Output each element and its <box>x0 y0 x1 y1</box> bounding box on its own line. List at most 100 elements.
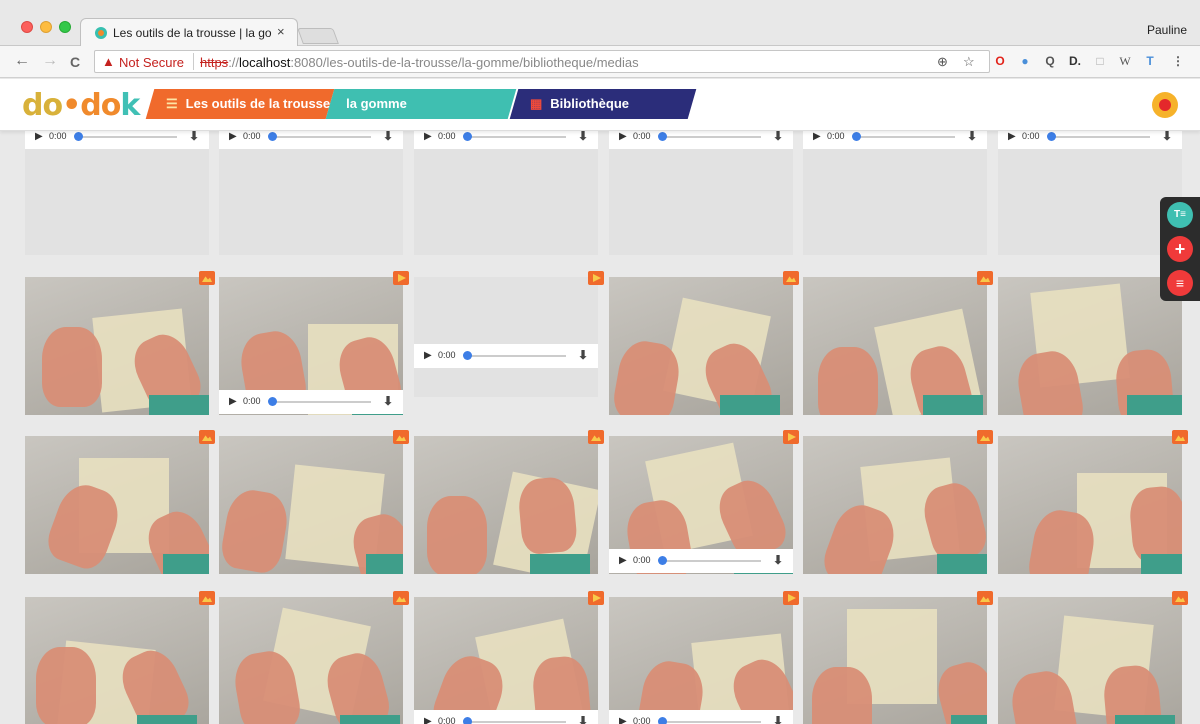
media-card[interactable] <box>803 271 993 415</box>
progress-knob[interactable] <box>658 132 667 141</box>
breadcrumb-project[interactable]: ☰ Les outils de la trousse <box>145 89 335 119</box>
media-card[interactable] <box>998 271 1188 415</box>
progress-track[interactable] <box>466 136 566 138</box>
translate-extension-icon[interactable]: T <box>1142 53 1158 69</box>
download-icon[interactable]: ⬇ <box>383 394 393 408</box>
progress-knob[interactable] <box>658 556 667 565</box>
list-icon[interactable]: ≡ <box>1167 270 1193 296</box>
play-icon[interactable]: ▶ <box>1008 131 1016 142</box>
media-card[interactable]: ▶ 0:00 ⬇ <box>609 131 793 255</box>
media-card[interactable] <box>998 430 1188 574</box>
page-extension-icon[interactable]: □ <box>1092 53 1108 69</box>
progress-track[interactable] <box>77 136 177 138</box>
media-card[interactable]: ▶ 0:00 ⬇ <box>609 430 799 574</box>
progress-knob[interactable] <box>658 717 667 724</box>
progress-knob[interactable] <box>74 132 83 141</box>
dodok-logo[interactable]: do•dok <box>22 88 140 123</box>
media-card[interactable]: ▶ 0:00 ⬇ <box>25 131 209 255</box>
download-icon[interactable]: ⬇ <box>1162 131 1172 143</box>
wikipedia-extension-icon[interactable]: W <box>1117 53 1133 69</box>
progress-track[interactable] <box>1050 136 1150 138</box>
download-icon[interactable]: ⬇ <box>967 131 977 143</box>
close-window-button[interactable] <box>21 21 33 33</box>
media-card[interactable] <box>25 591 215 724</box>
media-thumbnail[interactable] <box>803 436 987 574</box>
download-icon[interactable]: ⬇ <box>773 714 783 724</box>
record-button[interactable] <box>1152 92 1178 118</box>
media-thumbnail[interactable] <box>998 597 1182 724</box>
media-card[interactable] <box>219 591 409 724</box>
media-thumbnail[interactable] <box>25 597 209 724</box>
security-label[interactable]: Not Secure <box>119 55 184 70</box>
progress-knob[interactable] <box>463 717 472 724</box>
progress-knob[interactable] <box>463 132 472 141</box>
browser-tab[interactable]: Les outils de la trousse | la go × <box>80 18 298 46</box>
play-icon[interactable]: ▶ <box>424 716 432 724</box>
chrome-menu-icon[interactable]: ⋮ <box>1170 53 1186 69</box>
download-icon[interactable]: ⬇ <box>578 131 588 143</box>
progress-knob[interactable] <box>1047 132 1056 141</box>
media-card[interactable]: ▶ 0:00 ⬇ <box>998 131 1182 255</box>
progress-track[interactable] <box>661 136 761 138</box>
media-thumbnail[interactable] <box>25 277 209 415</box>
media-thumbnail[interactable] <box>25 436 209 574</box>
media-card[interactable] <box>609 271 799 415</box>
progress-track[interactable] <box>271 401 371 403</box>
progress-track[interactable] <box>271 136 371 138</box>
media-card[interactable]: ▶ 0:00 ⬇ <box>414 591 604 724</box>
media-card[interactable]: ▶ 0:00 ⬇ <box>414 131 598 255</box>
progress-track[interactable] <box>855 136 955 138</box>
play-icon[interactable]: ▶ <box>424 131 432 142</box>
download-icon[interactable]: ⬇ <box>189 131 199 143</box>
back-button[interactable]: ← <box>14 52 30 70</box>
add-icon[interactable]: + <box>1167 236 1193 262</box>
download-icon[interactable]: ⬇ <box>578 348 588 362</box>
profile-name[interactable]: Pauline <box>1147 23 1187 37</box>
progress-track[interactable] <box>466 721 566 723</box>
play-icon[interactable]: ▶ <box>229 396 237 407</box>
media-thumbnail[interactable] <box>803 277 987 415</box>
minimize-window-button[interactable] <box>40 21 52 33</box>
progress-knob[interactable] <box>463 351 472 360</box>
reload-button[interactable]: C <box>70 54 80 70</box>
media-card[interactable]: ▶ 0:00 ⬇ <box>803 131 987 255</box>
media-thumbnail[interactable] <box>998 436 1182 574</box>
text-icon[interactable]: T≡ <box>1167 202 1193 228</box>
progress-knob[interactable] <box>268 132 277 141</box>
media-thumbnail[interactable] <box>219 436 403 574</box>
play-icon[interactable]: ▶ <box>35 131 43 142</box>
search-extension-icon[interactable]: Q <box>1042 53 1058 69</box>
media-thumbnail[interactable] <box>219 597 403 724</box>
breadcrumb-library[interactable]: ▦ Bibliothèque <box>509 89 697 119</box>
progress-knob[interactable] <box>268 397 277 406</box>
tab-close-icon[interactable]: × <box>277 24 285 39</box>
media-thumbnail[interactable] <box>414 597 598 724</box>
play-icon[interactable]: ▶ <box>424 350 432 361</box>
progress-track[interactable] <box>661 721 761 723</box>
media-card[interactable]: ▶ 0:00 ⬇ <box>609 591 799 724</box>
media-card[interactable] <box>803 591 993 724</box>
media-thumbnail[interactable] <box>803 597 987 724</box>
media-card[interactable] <box>25 430 215 574</box>
media-thumbnail[interactable] <box>609 277 793 415</box>
opera-extension-icon[interactable]: O <box>992 53 1008 69</box>
progress-knob[interactable] <box>852 132 861 141</box>
media-card[interactable]: ▶ 0:00 ⬇ <box>414 271 604 397</box>
download-icon[interactable]: ⬇ <box>773 553 783 567</box>
new-tab-button[interactable] <box>297 28 339 44</box>
progress-track[interactable] <box>661 560 761 562</box>
play-icon[interactable]: ▶ <box>229 131 237 142</box>
media-thumbnail[interactable] <box>998 277 1182 415</box>
media-thumbnail[interactable] <box>414 436 598 574</box>
zoom-icon[interactable]: ⊕ <box>937 54 948 70</box>
progress-track[interactable] <box>466 355 566 357</box>
bookmark-star-icon[interactable]: ☆ <box>963 54 975 70</box>
play-icon[interactable]: ▶ <box>619 716 627 724</box>
media-card[interactable] <box>25 271 215 415</box>
media-card[interactable] <box>998 591 1188 724</box>
play-icon[interactable]: ▶ <box>619 131 627 142</box>
media-card[interactable]: ▶ 0:00 ⬇ <box>219 271 409 415</box>
badge-extension-icon[interactable]: ● <box>1017 53 1033 69</box>
media-card[interactable] <box>219 430 409 574</box>
download-icon[interactable]: ⬇ <box>773 131 783 143</box>
